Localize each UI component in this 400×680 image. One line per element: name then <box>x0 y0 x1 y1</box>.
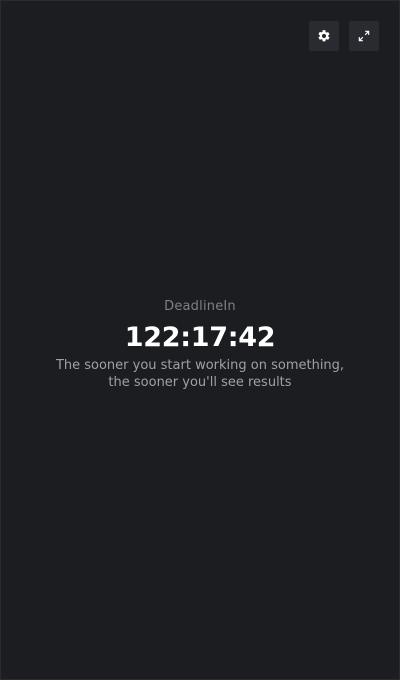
expand-icon <box>357 29 371 43</box>
countdown-timer: 122:17:42 <box>124 322 276 353</box>
app-frame: DeadlineIn 122:17:42 The sooner you star… <box>0 0 400 680</box>
fullscreen-button[interactable] <box>349 21 379 51</box>
brand-name: DeadlineIn <box>164 299 236 314</box>
top-actions <box>309 21 379 51</box>
motivational-message: The sooner you start working on somethin… <box>55 358 345 390</box>
countdown-panel: DeadlineIn 122:17:42 The sooner you star… <box>1 299 399 391</box>
gear-icon <box>317 29 331 43</box>
settings-button[interactable] <box>309 21 339 51</box>
